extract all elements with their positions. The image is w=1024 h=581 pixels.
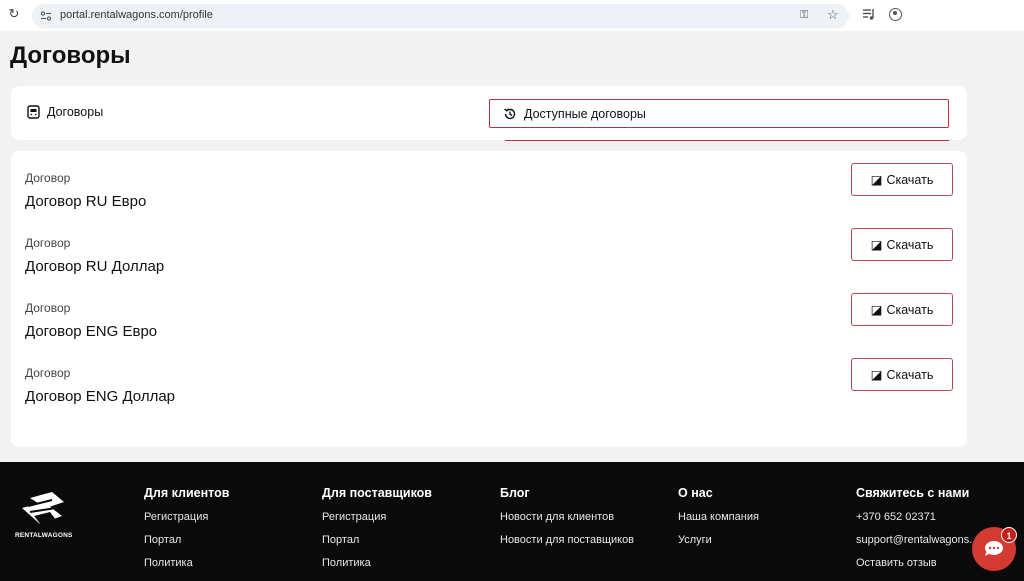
logo-text: RENTALWAGONS xyxy=(15,532,73,539)
footer-column-about: О нас Наша компания Услуги xyxy=(678,486,759,557)
contract-type-label: Договор xyxy=(25,366,71,380)
download-button-label: Скачать xyxy=(886,172,934,187)
tab-label: Договоры xyxy=(47,105,104,119)
footer-link[interactable]: Новости для поставщиков xyxy=(500,534,634,547)
download-button[interactable]: ◪ Скачать xyxy=(851,163,953,196)
contract-type-label: Договор xyxy=(25,236,71,250)
document-icon xyxy=(27,105,40,119)
footer-link[interactable]: Политика xyxy=(144,557,229,570)
footer-link[interactable]: Политика xyxy=(322,557,432,570)
notification-badge: 1 xyxy=(1001,527,1017,543)
list-item: Договор Договор RU Евро ◪ Скачать xyxy=(25,163,955,221)
tab-label: Доступные договоры xyxy=(524,106,646,121)
rentalwagons-logo-icon[interactable] xyxy=(16,486,76,536)
reload-icon[interactable]: ↻ xyxy=(7,7,21,21)
download-icon: ◪ xyxy=(870,368,883,382)
contract-name: Договор RU Доллар xyxy=(25,258,165,275)
tabs-card: Договоры Доступные договоры xyxy=(11,86,967,141)
list-item: Договор Договор ENG Евро ◪ Скачать xyxy=(25,293,955,351)
footer-link[interactable]: Наша компания xyxy=(678,511,759,524)
profile-icon[interactable] xyxy=(889,8,902,21)
address-bar[interactable]: portal.rentalwagons.com/profile ⚿ ☆ xyxy=(32,4,849,28)
password-key-icon[interactable]: ⚿ xyxy=(800,9,808,22)
contract-name: Договор ENG Евро xyxy=(25,323,158,340)
contracts-list: Договор Договор RU Евро ◪ Скачать Догово… xyxy=(11,151,967,447)
footer-column-contact: Свяжитесь с нами +370 652 02371 support@… xyxy=(856,486,972,580)
list-item: Договор Договор RU Доллар ◪ Скачать xyxy=(25,228,955,286)
footer-column-title: Свяжитесь с нами xyxy=(856,486,970,500)
download-button-label: Скачать xyxy=(886,367,934,382)
media-control-icon[interactable] xyxy=(862,7,876,21)
footer-link[interactable]: Регистрация xyxy=(144,511,229,524)
active-tab-indicator xyxy=(505,140,949,141)
footer-column-title: Для поставщиков xyxy=(322,486,432,500)
download-button[interactable]: ◪ Скачать xyxy=(851,293,953,326)
history-icon xyxy=(504,107,516,119)
bookmark-star-icon[interactable]: ☆ xyxy=(827,7,839,23)
footer-column-blog: Блог Новости для клиентов Новости для по… xyxy=(500,486,634,557)
download-icon: ◪ xyxy=(870,173,883,187)
footer-column-title: О нас xyxy=(678,486,713,500)
footer-link[interactable]: Оставить отзыв xyxy=(856,557,972,570)
chat-bubble-icon xyxy=(984,540,1003,556)
contract-name: Договор ENG Доллар xyxy=(25,388,176,405)
contract-type-label: Договор xyxy=(25,171,71,185)
footer-link[interactable]: Услуги xyxy=(678,534,759,547)
contract-type-label: Договор xyxy=(25,301,71,315)
browser-toolbar: ↻ portal.rentalwagons.com/profile ⚿ ☆ xyxy=(0,0,1024,31)
download-button-label: Скачать xyxy=(886,302,934,317)
footer-link[interactable]: +370 652 02371 xyxy=(856,511,972,524)
url-text: portal.rentalwagons.com/profile xyxy=(60,9,213,21)
footer-link[interactable]: Портал xyxy=(322,534,432,547)
download-button-label: Скачать xyxy=(886,237,934,252)
list-item: Договор Договор ENG Доллар ◪ Скачать xyxy=(25,358,955,416)
footer-column-title: Для клиентов xyxy=(144,486,230,500)
download-button[interactable]: ◪ Скачать xyxy=(851,228,953,261)
site-footer: RENTALWAGONS Для клиентов Регистрация По… xyxy=(0,462,1024,581)
contract-name: Договор RU Евро xyxy=(25,193,147,210)
footer-column-clients: Для клиентов Регистрация Портал Политика xyxy=(144,486,229,580)
tab-available-contracts[interactable]: Доступные договоры xyxy=(489,99,949,128)
site-info-icon[interactable] xyxy=(40,10,52,22)
tab-contracts[interactable]: Договоры xyxy=(27,105,103,119)
download-icon: ◪ xyxy=(870,303,883,317)
footer-link[interactable]: Регистрация xyxy=(322,511,432,524)
footer-link[interactable]: support@rentalwagons. xyxy=(856,534,972,547)
download-icon: ◪ xyxy=(870,238,883,252)
footer-link[interactable]: Новости для клиентов xyxy=(500,511,634,524)
page-title: Договоры xyxy=(10,42,131,69)
footer-link[interactable]: Портал xyxy=(144,534,229,547)
download-button[interactable]: ◪ Скачать xyxy=(851,358,953,391)
footer-column-suppliers: Для поставщиков Регистрация Портал Полит… xyxy=(322,486,432,580)
footer-column-title: Блог xyxy=(500,486,530,500)
